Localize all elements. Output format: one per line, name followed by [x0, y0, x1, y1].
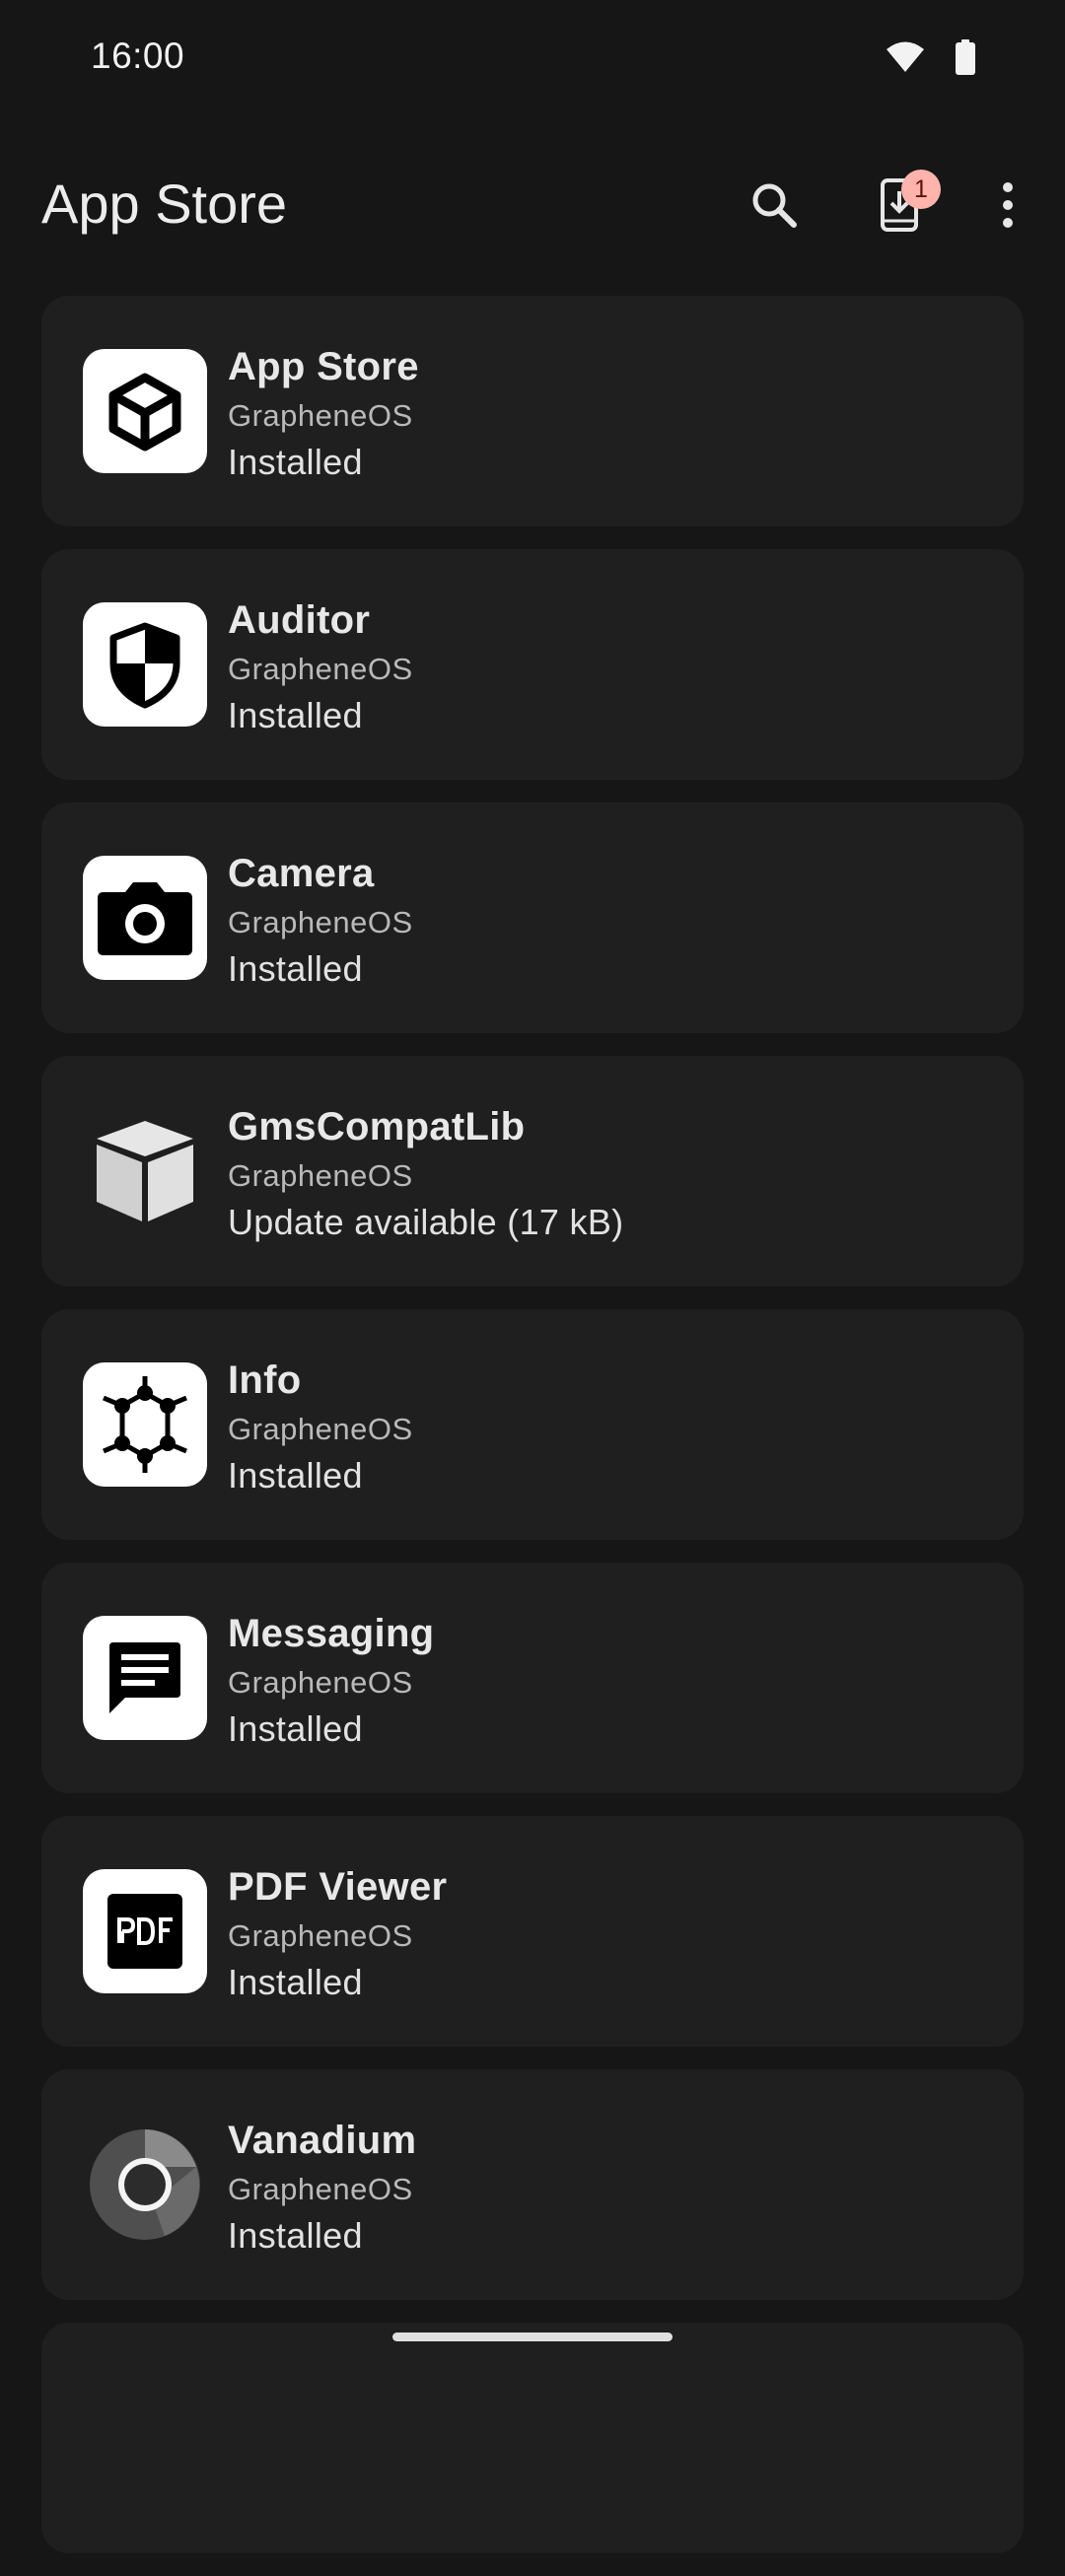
app-list: App Store GrapheneOS Installed Auditor G… — [41, 296, 1024, 2576]
status-icons — [886, 39, 976, 80]
app-card-messaging[interactable]: Messaging GrapheneOS Installed — [41, 1563, 1024, 1793]
app-developer: GrapheneOS — [228, 1412, 413, 1446]
search-icon — [749, 180, 799, 235]
app-card-auditor[interactable]: Auditor GrapheneOS Installed — [41, 549, 1024, 780]
package-icon — [83, 1109, 207, 1233]
message-icon — [83, 1616, 207, 1740]
app-developer: GrapheneOS — [228, 398, 413, 433]
app-developer: GrapheneOS — [228, 652, 413, 686]
app-name: Camera — [228, 852, 375, 895]
more-vert-icon — [1002, 181, 1014, 234]
app-developer: GrapheneOS — [228, 1665, 413, 1700]
app-card-info[interactable]: Info GrapheneOS Installed — [41, 1309, 1024, 1540]
app-developer: GrapheneOS — [228, 1158, 413, 1193]
browser-icon — [83, 2123, 207, 2247]
cube-icon — [83, 349, 207, 473]
app-name: Info — [228, 1358, 302, 1402]
app-card-pdf-viewer[interactable]: PDF Viewer GrapheneOS Installed — [41, 1816, 1024, 2047]
app-status: Update available (17 kB) — [228, 1202, 624, 1242]
app-card-app-store[interactable]: App Store GrapheneOS Installed — [41, 296, 1024, 526]
status-time: 16:00 — [91, 35, 185, 76]
app-card-partial[interactable] — [41, 2323, 1024, 2553]
app-name: Auditor — [228, 598, 371, 642]
app-name: Vanadium — [228, 2119, 417, 2162]
app-name: Messaging — [228, 1612, 435, 1655]
home-indicator[interactable] — [392, 2332, 673, 2341]
app-name: App Store — [228, 345, 419, 388]
more-options-button[interactable] — [968, 168, 1047, 246]
app-status: Installed — [228, 1455, 363, 1496]
app-name: GmsCompatLib — [228, 1105, 526, 1149]
downloads-button[interactable]: 1 — [860, 168, 941, 246]
app-developer: GrapheneOS — [228, 1918, 413, 1953]
app-status: Installed — [228, 948, 363, 989]
battery-icon — [955, 39, 976, 80]
wifi-icon — [886, 40, 925, 79]
app-status: Installed — [228, 2215, 363, 2256]
shield-icon — [83, 602, 207, 727]
app-name: PDF Viewer — [228, 1865, 448, 1909]
app-developer: GrapheneOS — [228, 2172, 413, 2206]
status-bar: 16:00 — [0, 0, 1065, 118]
search-button[interactable] — [735, 168, 814, 246]
app-status: Installed — [228, 1962, 363, 2002]
pdf-icon — [83, 1869, 207, 1993]
camera-icon — [83, 856, 207, 980]
app-status: Installed — [228, 695, 363, 735]
app-developer: GrapheneOS — [228, 905, 413, 940]
top-app-bar: App Store 1 — [0, 148, 1065, 266]
app-card-camera[interactable]: Camera GrapheneOS Installed — [41, 802, 1024, 1033]
hexagon-icon — [83, 1362, 207, 1487]
page-title: App Store — [41, 173, 288, 235]
downloads-badge: 1 — [901, 170, 941, 209]
app-status: Installed — [228, 1708, 363, 1749]
app-card-vanadium[interactable]: Vanadium GrapheneOS Installed — [41, 2069, 1024, 2300]
app-status: Installed — [228, 442, 363, 482]
app-card-gmscompatlib[interactable]: GmsCompatLib GrapheneOS Update available… — [41, 1056, 1024, 1287]
